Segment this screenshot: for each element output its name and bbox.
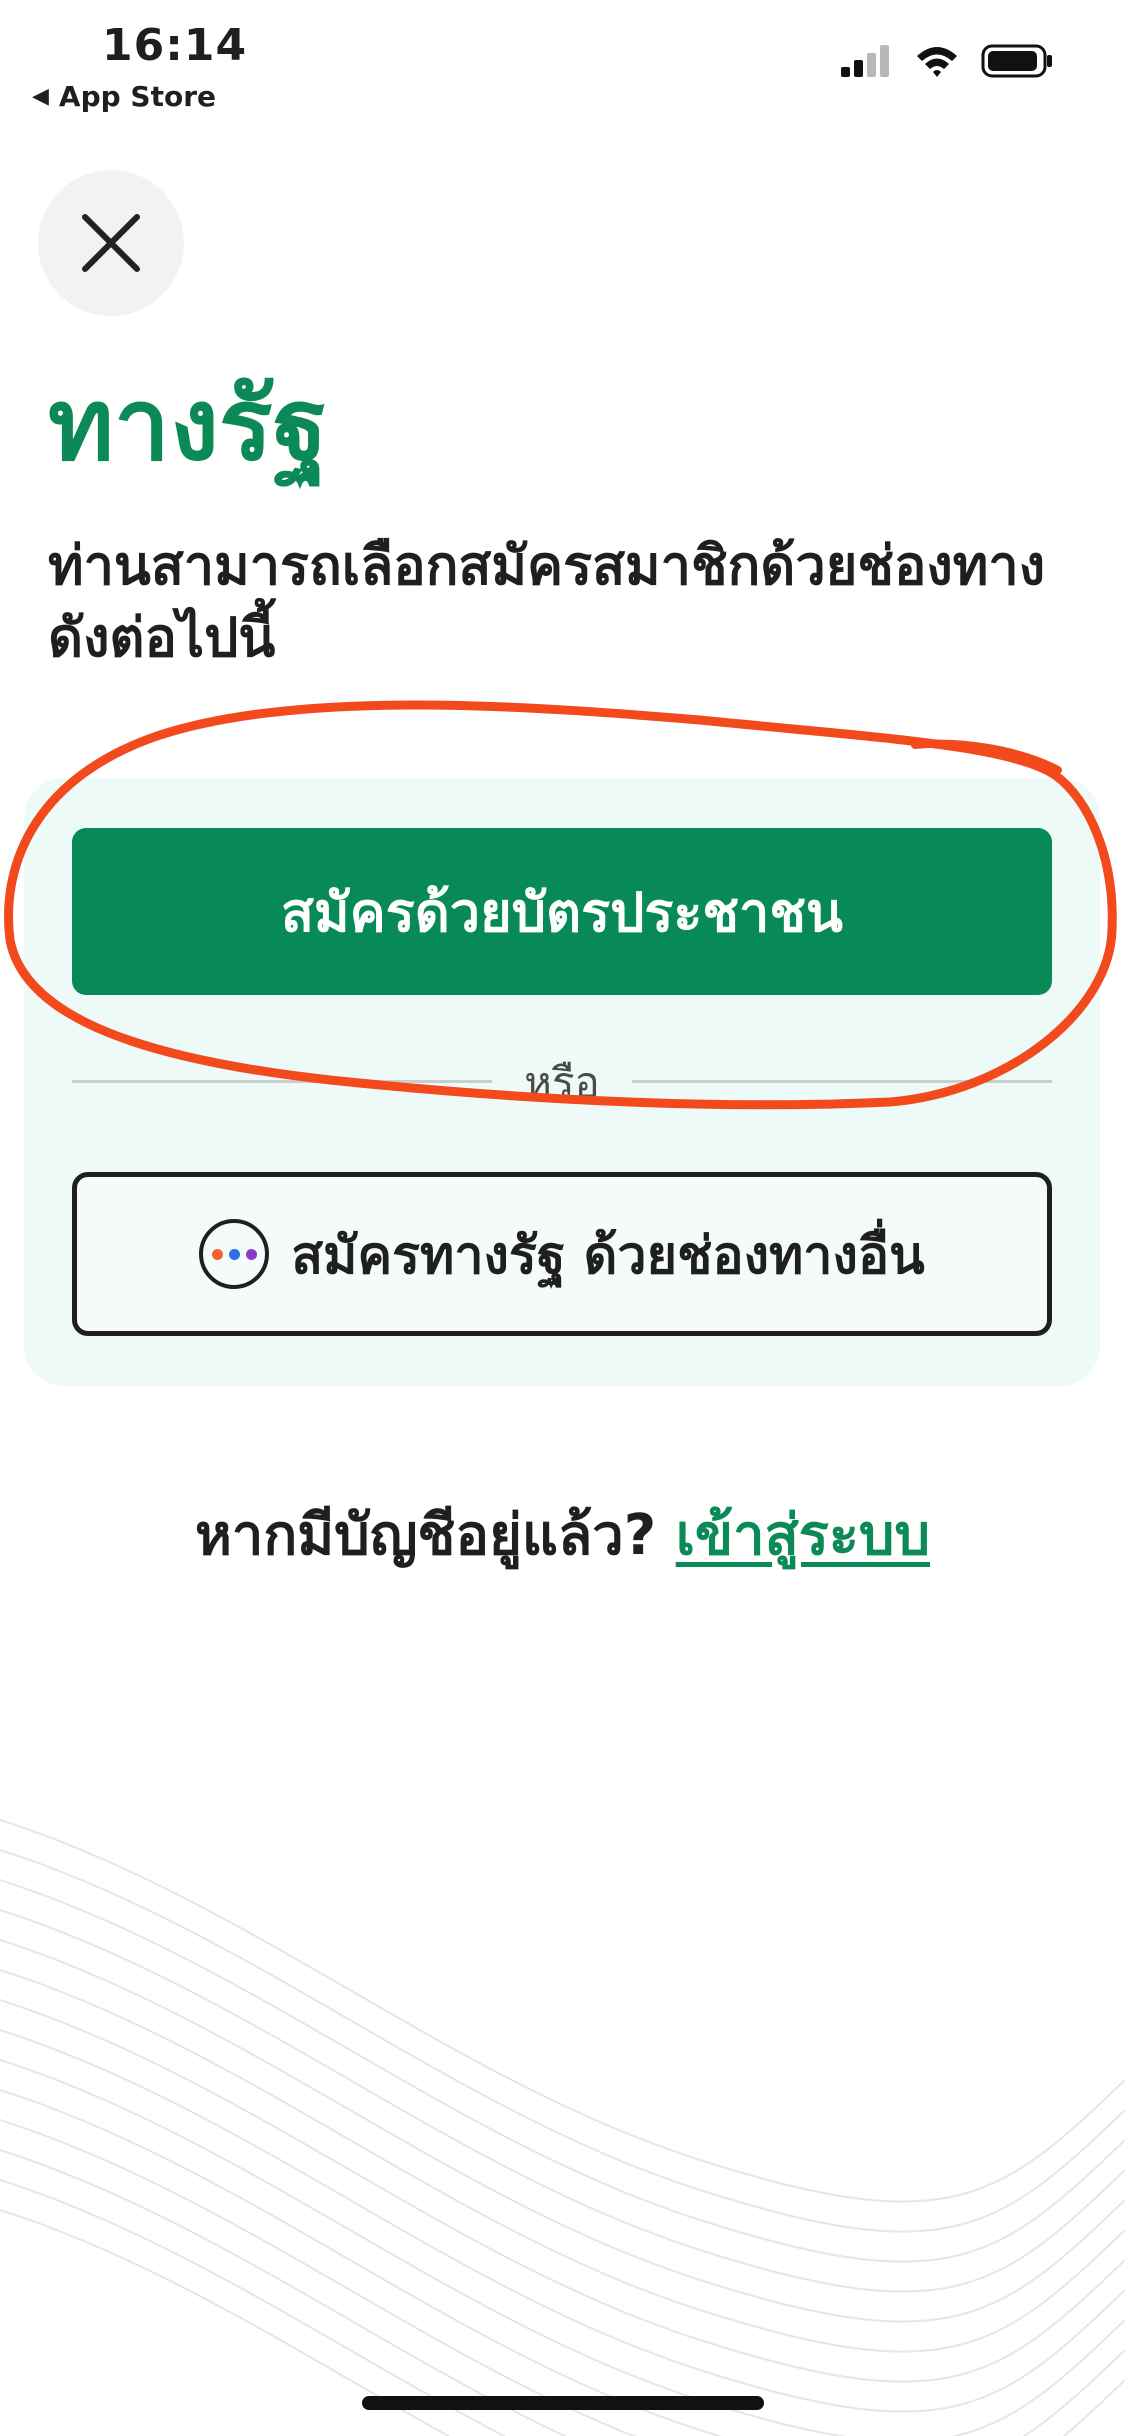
status-bar: 16:14 ◀ App Store [0, 0, 1125, 130]
home-indicator [362, 2396, 764, 2410]
signup-other-channels-label: สมัครทางรัฐ ด้วยช่องทางอื่น [291, 1225, 925, 1286]
page-subtitle: ท่านสามารถเลือกสมัครสมาชิกด้วยช่องทางดัง… [48, 534, 1046, 670]
signup-other-channels-button[interactable]: สมัครทางรัฐ ด้วยช่องทางอื่น [72, 1172, 1052, 1336]
login-prompt: หากมีบัญชีอยู่แล้ว? [194, 1503, 657, 1568]
login-prompt-row: หากมีบัญชีอยู่แล้ว? เข้าสู่ระบบ [0, 1490, 1125, 1579]
close-button[interactable] [38, 170, 184, 316]
page-title: ทางรัฐ [48, 366, 328, 483]
system-icons [841, 44, 1053, 78]
back-to-app-store[interactable]: ◀ App Store [32, 80, 216, 113]
divider-label: หรือ [524, 1058, 600, 1107]
battery-icon [981, 44, 1052, 78]
back-label: App Store [58, 80, 217, 113]
wifi-icon [917, 47, 957, 77]
status-time: 16:14 [102, 20, 248, 71]
background-wave-pattern [0, 1819, 1125, 2436]
cellular-signal-icon [841, 45, 889, 77]
or-divider: หรือ [72, 1056, 1052, 1116]
login-link[interactable]: เข้าสู่ระบบ [676, 1503, 930, 1568]
more-options-icon [199, 1219, 270, 1289]
close-icon [82, 214, 140, 272]
signup-with-id-card-button[interactable]: สมัครด้วยบัตรประชาชน [72, 828, 1052, 995]
back-triangle-icon: ◀ [32, 84, 49, 109]
